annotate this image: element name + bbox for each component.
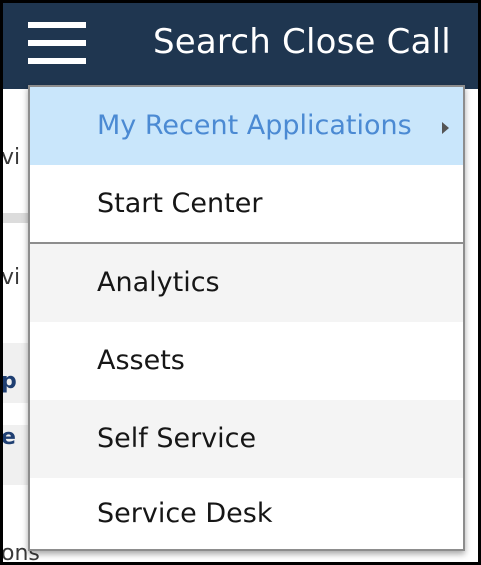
app-window: Search Close Call vi vi p e ons My Recen…: [0, 0, 481, 565]
background-text: vi: [1, 145, 21, 170]
menu-item-start-center[interactable]: Start Center: [30, 165, 463, 243]
menu-item-assets[interactable]: Assets: [30, 322, 463, 400]
background-text: e: [1, 425, 16, 450]
menu-item-label: Self Service: [97, 423, 257, 454]
menu-item-label: Analytics: [97, 267, 220, 298]
menu-item-my-recent-applications[interactable]: My Recent Applications: [30, 87, 463, 165]
menu-item-label: Service Desk: [97, 498, 273, 529]
app-header: Search Close Call: [3, 3, 478, 89]
hamburger-menu-icon[interactable]: [28, 20, 86, 68]
navigation-dropdown-menu: My Recent Applications Start Center Anal…: [28, 85, 465, 551]
background-text: p: [1, 369, 17, 394]
menu-item-service-desk[interactable]: Service Desk: [30, 478, 463, 549]
background-text: vi: [1, 265, 21, 290]
menu-item-label: My Recent Applications: [97, 110, 412, 141]
page-title: Search Close Call: [153, 22, 451, 62]
chevron-right-icon: [442, 122, 449, 134]
menu-item-analytics[interactable]: Analytics: [30, 244, 463, 322]
menu-item-label: Start Center: [97, 188, 263, 219]
menu-item-self-service[interactable]: Self Service: [30, 400, 463, 478]
menu-item-label: Assets: [97, 345, 185, 376]
